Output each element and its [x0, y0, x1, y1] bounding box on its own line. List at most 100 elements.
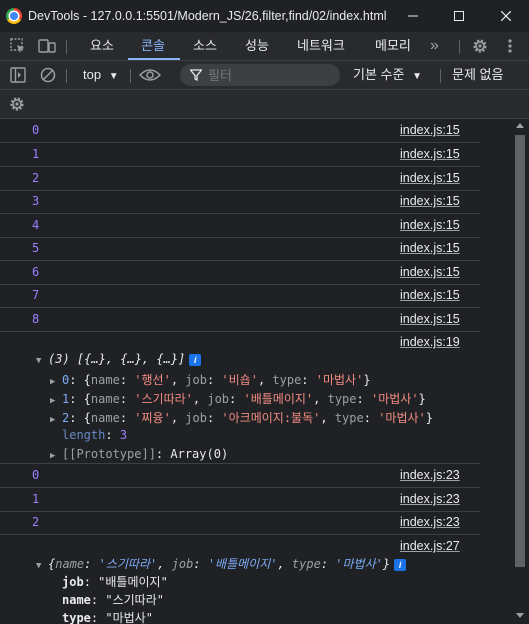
source-link[interactable]: index.js:15 — [400, 265, 478, 279]
log-row: 4 index.js:15 — [0, 214, 480, 238]
source-link[interactable]: index.js:23 — [400, 468, 478, 482]
log-value: 8 — [32, 312, 40, 326]
tab-elements[interactable]: 요소 — [90, 32, 114, 60]
tab-performance[interactable]: 성능 — [245, 32, 269, 60]
console-settings-button[interactable] — [8, 95, 26, 113]
source-link[interactable]: index.js:15 — [400, 123, 478, 137]
eye-icon — [139, 69, 161, 81]
object-prop: type: "마법사" — [62, 611, 153, 624]
filter-icon — [190, 69, 202, 81]
context-selector[interactable]: top ▼ — [83, 61, 119, 89]
filter-box[interactable] — [180, 64, 340, 86]
maximize-icon — [454, 11, 464, 21]
toolbar-divider — [440, 69, 441, 83]
scroll-up-icon[interactable] — [516, 123, 524, 128]
settings-button[interactable] — [471, 37, 489, 55]
expanded-arrow-icon: ▼ — [36, 356, 42, 366]
collapsed-arrow-icon: ▶ — [50, 415, 56, 425]
tab-network[interactable]: 네트워크 — [297, 32, 345, 60]
more-tabs-button[interactable]: » — [430, 32, 439, 60]
toolbar-divider — [130, 69, 131, 83]
chevron-down-icon: ▼ — [108, 71, 119, 82]
collapsed-arrow-icon: ▶ — [50, 451, 56, 461]
tab-sources[interactable]: 소스 — [193, 32, 217, 60]
toolbar-divider — [66, 40, 67, 54]
gear-icon — [10, 97, 24, 111]
source-link[interactable]: index.js:23 — [400, 515, 478, 529]
source-link[interactable]: index.js:19 — [400, 335, 478, 349]
gear-icon — [473, 39, 487, 53]
live-expression-button[interactable] — [139, 66, 161, 84]
source-link[interactable]: index.js:15 — [400, 147, 478, 161]
log-value: 4 — [32, 218, 40, 232]
expanded-arrow-icon: ▼ — [36, 561, 42, 571]
tab-memory[interactable]: 메모리 — [375, 32, 411, 60]
log-row: 3 index.js:15 — [0, 190, 480, 214]
array-summary[interactable]: ▼ (3) [{…}, {…}, {…}] i — [36, 352, 202, 366]
tab-console[interactable]: 콘솔 — [141, 32, 165, 60]
more-options-button[interactable] — [501, 37, 519, 55]
source-link[interactable]: index.js:15 — [400, 312, 478, 326]
log-row: 0 index.js:23 — [0, 464, 480, 488]
console-scrollbar[interactable] — [513, 119, 527, 624]
active-tab-indicator — [128, 58, 180, 60]
inspect-element-button[interactable] — [9, 37, 27, 55]
info-icon: i — [189, 353, 202, 366]
log-level-dropdown[interactable]: 기본 수준 ▼ — [353, 61, 422, 89]
scroll-down-icon[interactable] — [516, 613, 524, 618]
sidebar-icon — [10, 67, 26, 83]
issues-counter[interactable]: 문제 없음 — [452, 61, 503, 89]
log-value: 5 — [32, 241, 40, 255]
info-icon: i — [394, 558, 407, 571]
log-value: 3 — [32, 194, 40, 208]
console-log: 0 index.js:15 1 index.js:15 2 index.js:1… — [0, 119, 512, 624]
clear-console-button[interactable] — [39, 66, 57, 84]
log-value: 0 — [32, 468, 40, 482]
array-prototype[interactable]: ▶ [[Prototype]]: Array(0) — [50, 447, 228, 461]
log-value: 1 — [32, 147, 40, 161]
log-value: 6 — [32, 265, 40, 279]
log-row: 1 index.js:15 — [0, 143, 480, 167]
object-prop: name: "스기따라" — [62, 593, 164, 607]
array-item[interactable]: ▶ 2: {name: '찌융', job: '아크메이지:불독', type: … — [50, 409, 433, 426]
clear-icon — [40, 67, 56, 83]
source-link[interactable]: index.js:15 — [400, 171, 478, 185]
maximize-button[interactable] — [436, 0, 482, 32]
chevron-down-icon: ▼ — [412, 71, 422, 82]
close-icon — [501, 11, 511, 21]
array-item[interactable]: ▶ 1: {name: '스기따라', job: '배틀메이지', type: '… — [50, 390, 426, 407]
source-link[interactable]: index.js:27 — [400, 539, 478, 553]
context-value: top — [83, 67, 102, 82]
log-value: 0 — [32, 123, 40, 137]
collapsed-arrow-icon: ▶ — [50, 377, 56, 387]
minimize-button[interactable] — [390, 0, 436, 32]
log-value: 7 — [32, 288, 40, 302]
scroll-thumb[interactable] — [515, 135, 525, 567]
source-link[interactable]: index.js:15 — [400, 241, 478, 255]
close-button[interactable] — [483, 0, 529, 32]
source-link[interactable]: index.js:15 — [400, 194, 478, 208]
log-row: 2 index.js:15 — [0, 167, 480, 191]
log-row: 1 index.js:23 — [0, 488, 480, 512]
log-value: 2 — [32, 515, 40, 529]
object-prop: job: "배틀메이지" — [62, 575, 168, 589]
log-value: 2 — [32, 171, 40, 185]
log-row-object: index.js:27 ▼ {name: '스기따라', job: '배틀메이지'… — [0, 535, 480, 624]
console-settings-row — [0, 90, 529, 119]
log-row-array: index.js:19 ▼ (3) [{…}, {…}, {…}] i ▶ 0: {n… — [0, 331, 480, 464]
array-item[interactable]: ▶ 0: {name: '행선', job: '비숍', type: '마법사'} — [50, 371, 371, 388]
toolbar-divider — [66, 69, 67, 83]
kebab-menu-icon — [508, 39, 512, 53]
filter-input[interactable] — [208, 67, 328, 83]
source-link[interactable]: index.js:23 — [400, 492, 478, 506]
log-row: 5 index.js:15 — [0, 237, 480, 261]
collapsed-arrow-icon: ▶ — [50, 396, 56, 406]
object-summary[interactable]: ▼ {name: '스기따라', job: '배틀메이지', type: '마법사… — [36, 555, 407, 572]
toolbar-divider — [459, 40, 460, 54]
source-link[interactable]: index.js:15 — [400, 288, 478, 302]
device-toolbar-button[interactable] — [38, 37, 56, 55]
log-value: 1 — [32, 492, 40, 506]
sidebar-toggle-button[interactable] — [9, 66, 27, 84]
log-level-value: 기본 수준 — [353, 67, 405, 82]
source-link[interactable]: index.js:15 — [400, 218, 478, 232]
